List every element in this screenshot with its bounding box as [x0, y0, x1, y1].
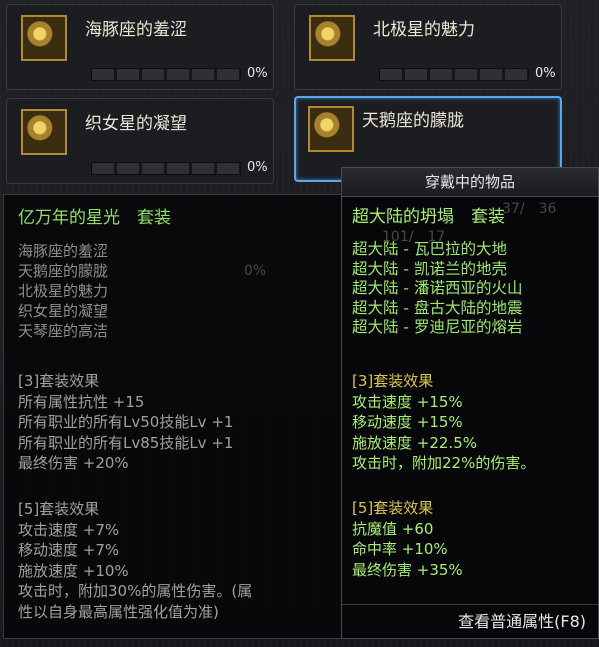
set-effect-5: [5]套装效果 攻击速度 +7% 移动速度 +7% 施放速度 +10% 攻击时，… [18, 499, 252, 622]
progress-percent: 0% [535, 66, 556, 81]
set-member: 海豚座的羞涩 [18, 242, 109, 260]
effect-line: 所有职业的所有Lv50技能Lv +1 [18, 413, 234, 431]
effect-title: [5]套装效果 [18, 500, 100, 518]
item-name: 北极星的魅力 [373, 20, 475, 40]
effect-line: 最终伤害 +35% [352, 560, 463, 579]
effect-line: 攻击速度 +15% [352, 392, 463, 411]
item-name: 织女星的凝望 [85, 114, 187, 134]
set-part: 超大陆 - 瓦巴拉的大地 [352, 240, 507, 258]
item-slot-vega[interactable]: 织女星的凝望 0% [6, 98, 274, 184]
progress-bar [91, 68, 241, 81]
effect-line: 攻击时，附加30%的属性伤害。(属 [18, 582, 253, 600]
effect-line: 所有属性抗性 +15 [18, 392, 145, 411]
tooltip-header: 穿戴中的物品 [342, 168, 598, 197]
effect-title: [5]套装效果 [352, 499, 434, 517]
effect-title: [3]套装效果 [352, 372, 434, 390]
effect-line: 命中率 +10% [352, 540, 448, 558]
effect-line: 最终伤害 +20% [18, 454, 129, 472]
view-normal-stats-button[interactable]: 查看普通属性(F8) [342, 604, 598, 638]
set-part: 超大陆 - 凯诺兰的地壳 [352, 259, 507, 278]
set-member: 天琴座的高洁 [18, 322, 109, 340]
set-member: 天鹅座的朦胧 [18, 262, 109, 280]
effect-line: 移动速度 +15% [352, 413, 463, 431]
item-name: 天鹅座的朦胧 [362, 111, 464, 131]
ghost-percent: 0% [244, 263, 267, 279]
set-name: 超大陆的坍塌 套装 [352, 207, 505, 227]
set-effect-3: [3]套装效果 所有属性抗性 +15 所有职业的所有Lv50技能Lv +1 所有… [18, 371, 233, 474]
effect-line: 移动速度 +7% [18, 541, 120, 559]
effect-line: 所有职业的所有Lv85技能Lv +1 [18, 433, 234, 452]
set-part: 超大陆 - 盘古大陆的地震 [352, 298, 523, 317]
effect-line: 性以自身最高属性强化值为准) [18, 602, 219, 621]
set-member: 北极星的魅力 [18, 282, 109, 300]
progress-bar [379, 68, 529, 81]
set-part: 超大陆 - 罗迪尼亚的熔岩 [352, 318, 523, 336]
set-part: 超大陆 - 潘诺西亚的火山 [352, 279, 523, 297]
item-name: 海豚座的羞涩 [85, 20, 187, 40]
effect-line: 施放速度 +22.5% [352, 433, 477, 452]
effect-line: 施放速度 +10% [18, 561, 129, 580]
set-member-list: 海豚座的羞涩 天鹅座的朦胧 北极星的魅力 织女星的凝望 天琴座的高洁 [18, 241, 108, 341]
ghost-numbers: 37/ 36 [502, 201, 557, 217]
item-slot-polaris[interactable]: 北极星的魅力 0% [294, 4, 562, 90]
armor-piece-icon [21, 15, 67, 61]
armor-piece-icon [308, 106, 354, 152]
effect-title: [3]套装效果 [18, 372, 100, 390]
set-effect-3: [3]套装效果 攻击速度 +15% 移动速度 +15% 施放速度 +22.5% … [352, 371, 535, 474]
armor-piece-icon [21, 109, 67, 155]
equipped-item-tooltip: 穿戴中的物品 37/ 36 101/ 17 超大陆的坍塌 套装 超大陆 - 瓦巴… [341, 167, 599, 639]
progress-percent: 0% [247, 66, 268, 81]
effect-line: 攻击时，附加22%的伤害。 [352, 454, 536, 472]
item-slot-dolphin[interactable]: 海豚座的羞涩 0% [6, 4, 274, 90]
set-member: 织女星的凝望 [18, 302, 109, 320]
armor-piece-icon [309, 15, 355, 61]
effect-line: 攻击速度 +7% [18, 520, 120, 539]
progress-bar [91, 162, 241, 175]
progress-percent: 0% [247, 160, 268, 175]
set-tooltip-left: 亿万年的星光 套装 0% 海豚座的羞涩 天鹅座的朦胧 北极星的魅力 织女星的凝望… [3, 194, 343, 639]
effect-line: 抗魔值 +60 [352, 519, 434, 538]
set-name: 亿万年的星光 套装 [18, 208, 171, 228]
set-effect-5: [5]套装效果 抗魔值 +60 命中率 +10% 最终伤害 +35% [352, 498, 463, 580]
set-part-list: 超大陆 - 瓦巴拉的大地 超大陆 - 凯诺兰的地壳 超大陆 - 潘诺西亚的火山 … [352, 240, 522, 338]
